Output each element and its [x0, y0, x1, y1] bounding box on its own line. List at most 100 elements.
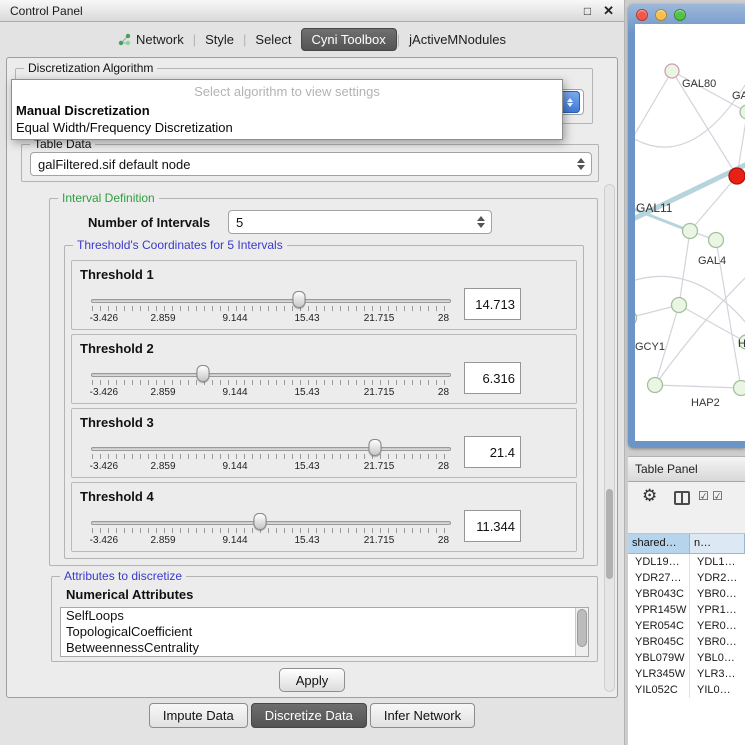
mac-minimize-button[interactable]	[655, 9, 667, 21]
number-of-intervals-combobox[interactable]: 5	[228, 210, 492, 234]
network-node[interactable]	[665, 64, 679, 78]
slider-thumb[interactable]	[196, 365, 209, 382]
node-label: GA	[732, 90, 745, 102]
network-node[interactable]	[635, 311, 637, 326]
tab-discretize-data[interactable]: Discretize Data	[251, 703, 367, 728]
threshold-slider[interactable]: -3.426 2.859 9.144 15.43 21.715 28	[91, 513, 451, 549]
slider-thumb[interactable]	[292, 291, 305, 308]
table-cell: YBR045C	[628, 634, 690, 650]
select-columns-checkbox-icon[interactable]: ☑	[712, 489, 723, 503]
attribute-item-selfloops[interactable]: SelfLoops	[61, 608, 588, 624]
settings-gear-icon[interactable]: ⚙	[642, 486, 657, 506]
list-scrollbar-thumb[interactable]	[577, 609, 587, 647]
panel-scrollbar[interactable]	[604, 184, 615, 692]
column-header-shared-name[interactable]: shared…	[628, 534, 690, 554]
scale-label: 9.144	[222, 387, 247, 398]
tab-style[interactable]: Style	[196, 28, 243, 51]
threshold-label: Threshold 2	[80, 341, 154, 356]
algorithm-dropdown-popup: Select algorithm to view settings Manual…	[11, 79, 563, 140]
threshold-value-input[interactable]	[464, 288, 521, 320]
network-node[interactable]	[672, 298, 687, 313]
table-row[interactable]: YBL079W YBL0…	[628, 650, 745, 666]
select-all-checkbox-icon[interactable]: ☑	[698, 489, 709, 503]
tab-network[interactable]: Network	[109, 28, 193, 51]
apply-button[interactable]: Apply	[279, 668, 345, 692]
table-cell: YBR043C	[628, 586, 690, 602]
tab-jactivemnodules[interactable]: jActiveMNodules	[400, 28, 515, 51]
table-row[interactable]: YBR045C YBR0…	[628, 634, 745, 650]
table-cell: YLR345W	[628, 666, 690, 682]
thresholds-group: Threshold's Coordinates for 5 Intervals …	[64, 245, 584, 559]
dropdown-item-equal-width-frequency[interactable]: Equal Width/Frequency Discretization	[12, 119, 562, 136]
table-cell: YBR0…	[690, 586, 745, 602]
column-header-name[interactable]: n…	[690, 534, 745, 554]
tab-style-label: Style	[205, 32, 234, 47]
table-cell: YPR145W	[628, 602, 690, 618]
threshold-value-input[interactable]	[464, 436, 521, 468]
attribute-item-topologicalcoefficient[interactable]: TopologicalCoefficient	[61, 624, 588, 640]
tab-select[interactable]: Select	[246, 28, 300, 51]
slider-track	[91, 373, 451, 377]
network-node[interactable]	[734, 381, 745, 396]
network-canvas[interactable]: GAL80 GA GAL11 GAL4 GCY1 HAP2 H	[635, 24, 745, 441]
attribute-item-betweennesscentrality[interactable]: BetweennessCentrality	[61, 640, 588, 656]
slider-thumb[interactable]	[369, 439, 382, 456]
threshold-slider[interactable]: -3.426 2.859 9.144 15.43 21.715 28	[91, 291, 451, 327]
control-panel-window: Control Panel □ ✕ Network | Style | Sele…	[0, 0, 625, 745]
network-node[interactable]	[709, 233, 724, 248]
network-node-highlighted[interactable]	[729, 168, 745, 184]
float-window-icon[interactable]: □	[584, 4, 591, 18]
threshold-value-input[interactable]	[464, 510, 521, 542]
threshold-slider[interactable]: -3.426 2.859 9.144 15.43 21.715 28	[91, 439, 451, 475]
control-panel-tabs: Network | Style | Select Cyni Toolbox | …	[0, 22, 624, 57]
mac-close-button[interactable]	[636, 9, 648, 21]
threshold-label: Threshold 1	[80, 267, 154, 282]
numerical-attributes-list[interactable]: SelfLoops TopologicalCoefficient Between…	[60, 607, 589, 657]
threshold-slider[interactable]: -3.426 2.859 9.144 15.43 21.715 28	[91, 365, 451, 401]
arrow-down-icon	[577, 165, 585, 170]
columns-icon[interactable]	[674, 491, 690, 505]
threshold-value-input[interactable]	[464, 362, 521, 394]
tab-infer-network[interactable]: Infer Network	[370, 703, 475, 728]
scale-label: -3.426	[90, 387, 118, 398]
scale-label: 9.144	[222, 313, 247, 324]
numerical-attributes-label: Numerical Attributes	[66, 587, 193, 602]
table-row[interactable]: YDR27… YDR2…	[628, 570, 745, 586]
network-node[interactable]	[683, 224, 698, 239]
network-node[interactable]	[740, 105, 745, 119]
cyni-toolbox-panel: Discretization Algorithm Select algorith…	[6, 57, 618, 698]
tab-cyni-toolbox[interactable]: Cyni Toolbox	[301, 28, 397, 51]
table-row[interactable]: YPR145W YPR1…	[628, 602, 745, 618]
panel-scrollbar-thumb[interactable]	[606, 489, 613, 579]
slider-track	[91, 447, 451, 451]
list-scrollbar[interactable]	[575, 608, 588, 656]
tab-select-label: Select	[255, 32, 291, 47]
slider-track	[91, 521, 451, 525]
table-row[interactable]: YBR043C YBR0…	[628, 586, 745, 602]
table-row[interactable]: YDL19… YDL1…	[628, 554, 745, 570]
table-row[interactable]: YLR345W YLR3…	[628, 666, 745, 682]
table-panel-header: Table Panel	[628, 456, 745, 482]
node-label: HAP2	[691, 397, 720, 409]
scale-label: 9.144	[222, 535, 247, 546]
tab-impute-data[interactable]: Impute Data	[149, 703, 248, 728]
scale-label: 21.715	[364, 535, 395, 546]
scale-label: 21.715	[364, 461, 395, 472]
combobox-stepper-icon[interactable]	[560, 91, 580, 113]
table-data-combobox[interactable]: galFiltered.sif default node	[30, 152, 592, 176]
table-cell: YBR0…	[690, 634, 745, 650]
slider-thumb[interactable]	[254, 513, 267, 530]
mac-zoom-button[interactable]	[674, 9, 686, 21]
scale-label: 9.144	[222, 461, 247, 472]
dropdown-item-manual-discretization[interactable]: Manual Discretization	[12, 102, 562, 119]
thresholds-group-title: Threshold's Coordinates for 5 Intervals	[73, 238, 287, 252]
close-window-icon[interactable]: ✕	[603, 3, 614, 19]
table-data-combobox-value: galFiltered.sif default node	[38, 157, 574, 172]
table-row[interactable]: YIL052C YIL0…	[628, 682, 745, 698]
window-traffic-lights	[636, 9, 686, 21]
scale-label: 2.859	[150, 535, 175, 546]
table-row[interactable]: YER054C YER0…	[628, 618, 745, 634]
network-node[interactable]	[648, 378, 663, 393]
number-of-intervals-value: 5	[236, 215, 474, 230]
tab-cyni-toolbox-label: Cyni Toolbox	[312, 32, 386, 47]
